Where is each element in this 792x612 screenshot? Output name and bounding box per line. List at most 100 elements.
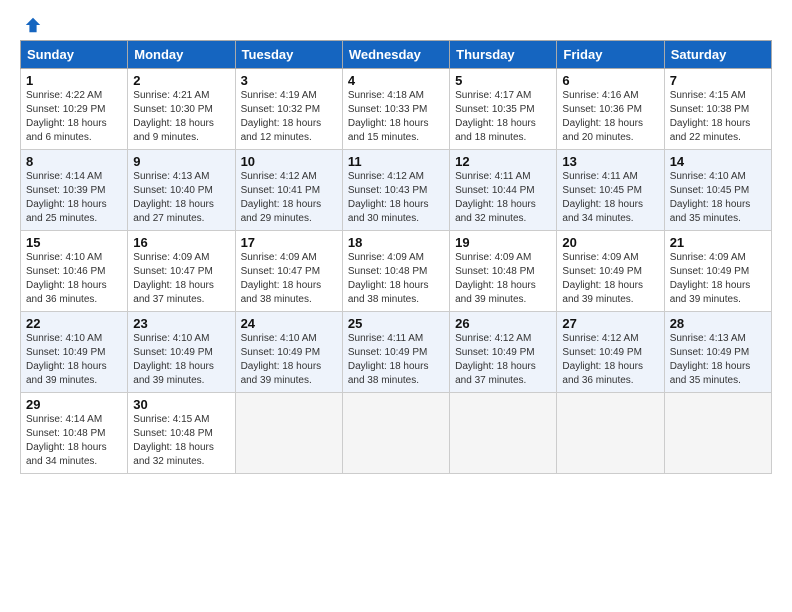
calendar-day-cell: 5Sunrise: 4:17 AMSunset: 10:35 PMDayligh… [450, 69, 557, 150]
day-info: Sunrise: 4:09 AMSunset: 10:47 PMDaylight… [133, 251, 229, 307]
day-number: 30 [133, 397, 229, 412]
day-number: 24 [241, 316, 337, 331]
calendar-week-row: 1Sunrise: 4:22 AMSunset: 10:29 PMDayligh… [21, 69, 772, 150]
day-info: Sunrise: 4:10 AMSunset: 10:49 PMDaylight… [241, 332, 337, 388]
calendar-table: SundayMondayTuesdayWednesdayThursdayFrid… [20, 40, 772, 474]
day-number: 19 [455, 235, 551, 250]
calendar-day-cell [235, 393, 342, 474]
calendar-day-cell: 28Sunrise: 4:13 AMSunset: 10:49 PMDaylig… [664, 312, 771, 393]
day-number: 27 [562, 316, 658, 331]
day-info: Sunrise: 4:11 AMSunset: 10:49 PMDaylight… [348, 332, 444, 388]
calendar-week-row: 29Sunrise: 4:14 AMSunset: 10:48 PMDaylig… [21, 393, 772, 474]
calendar-day-cell [450, 393, 557, 474]
calendar-day-cell [342, 393, 449, 474]
calendar-day-cell: 9Sunrise: 4:13 AMSunset: 10:40 PMDayligh… [128, 150, 235, 231]
day-number: 15 [26, 235, 122, 250]
day-info: Sunrise: 4:09 AMSunset: 10:49 PMDaylight… [670, 251, 766, 307]
calendar-day-cell: 22Sunrise: 4:10 AMSunset: 10:49 PMDaylig… [21, 312, 128, 393]
day-info: Sunrise: 4:09 AMSunset: 10:47 PMDaylight… [241, 251, 337, 307]
logo-icon [24, 16, 42, 34]
calendar-day-cell: 1Sunrise: 4:22 AMSunset: 10:29 PMDayligh… [21, 69, 128, 150]
day-info: Sunrise: 4:09 AMSunset: 10:49 PMDaylight… [562, 251, 658, 307]
day-info: Sunrise: 4:13 AMSunset: 10:40 PMDaylight… [133, 170, 229, 226]
day-info: Sunrise: 4:09 AMSunset: 10:48 PMDaylight… [348, 251, 444, 307]
day-number: 2 [133, 73, 229, 88]
day-number: 22 [26, 316, 122, 331]
calendar-week-row: 15Sunrise: 4:10 AMSunset: 10:46 PMDaylig… [21, 231, 772, 312]
day-number: 21 [670, 235, 766, 250]
day-info: Sunrise: 4:12 AMSunset: 10:49 PMDaylight… [455, 332, 551, 388]
day-info: Sunrise: 4:14 AMSunset: 10:48 PMDaylight… [26, 413, 122, 469]
day-number: 26 [455, 316, 551, 331]
calendar-day-cell: 14Sunrise: 4:10 AMSunset: 10:45 PMDaylig… [664, 150, 771, 231]
day-info: Sunrise: 4:12 AMSunset: 10:43 PMDaylight… [348, 170, 444, 226]
day-number: 1 [26, 73, 122, 88]
day-number: 5 [455, 73, 551, 88]
calendar-day-cell: 19Sunrise: 4:09 AMSunset: 10:48 PMDaylig… [450, 231, 557, 312]
calendar-day-cell: 16Sunrise: 4:09 AMSunset: 10:47 PMDaylig… [128, 231, 235, 312]
day-info: Sunrise: 4:11 AMSunset: 10:45 PMDaylight… [562, 170, 658, 226]
calendar-day-cell: 29Sunrise: 4:14 AMSunset: 10:48 PMDaylig… [21, 393, 128, 474]
day-number: 6 [562, 73, 658, 88]
day-info: Sunrise: 4:10 AMSunset: 10:45 PMDaylight… [670, 170, 766, 226]
calendar-day-cell: 7Sunrise: 4:15 AMSunset: 10:38 PMDayligh… [664, 69, 771, 150]
calendar-day-cell: 10Sunrise: 4:12 AMSunset: 10:41 PMDaylig… [235, 150, 342, 231]
calendar-day-cell [664, 393, 771, 474]
day-number: 11 [348, 154, 444, 169]
day-number: 28 [670, 316, 766, 331]
weekday-header-thursday: Thursday [450, 41, 557, 69]
day-number: 23 [133, 316, 229, 331]
day-info: Sunrise: 4:11 AMSunset: 10:44 PMDaylight… [455, 170, 551, 226]
calendar-day-cell [557, 393, 664, 474]
day-number: 17 [241, 235, 337, 250]
day-info: Sunrise: 4:22 AMSunset: 10:29 PMDaylight… [26, 89, 122, 145]
day-info: Sunrise: 4:15 AMSunset: 10:48 PMDaylight… [133, 413, 229, 469]
calendar-day-cell: 4Sunrise: 4:18 AMSunset: 10:33 PMDayligh… [342, 69, 449, 150]
day-number: 9 [133, 154, 229, 169]
calendar-day-cell: 24Sunrise: 4:10 AMSunset: 10:49 PMDaylig… [235, 312, 342, 393]
calendar-day-cell: 6Sunrise: 4:16 AMSunset: 10:36 PMDayligh… [557, 69, 664, 150]
weekday-header-wednesday: Wednesday [342, 41, 449, 69]
calendar-day-cell: 15Sunrise: 4:10 AMSunset: 10:46 PMDaylig… [21, 231, 128, 312]
day-info: Sunrise: 4:12 AMSunset: 10:49 PMDaylight… [562, 332, 658, 388]
day-number: 14 [670, 154, 766, 169]
calendar-day-cell: 2Sunrise: 4:21 AMSunset: 10:30 PMDayligh… [128, 69, 235, 150]
day-number: 8 [26, 154, 122, 169]
day-info: Sunrise: 4:19 AMSunset: 10:32 PMDaylight… [241, 89, 337, 145]
calendar-day-cell: 11Sunrise: 4:12 AMSunset: 10:43 PMDaylig… [342, 150, 449, 231]
calendar-day-cell: 30Sunrise: 4:15 AMSunset: 10:48 PMDaylig… [128, 393, 235, 474]
weekday-header-sunday: Sunday [21, 41, 128, 69]
weekday-header-friday: Friday [557, 41, 664, 69]
header [20, 16, 772, 34]
day-number: 10 [241, 154, 337, 169]
day-number: 12 [455, 154, 551, 169]
calendar-day-cell: 8Sunrise: 4:14 AMSunset: 10:39 PMDayligh… [21, 150, 128, 231]
calendar-day-cell: 23Sunrise: 4:10 AMSunset: 10:49 PMDaylig… [128, 312, 235, 393]
day-info: Sunrise: 4:18 AMSunset: 10:33 PMDaylight… [348, 89, 444, 145]
calendar-week-row: 8Sunrise: 4:14 AMSunset: 10:39 PMDayligh… [21, 150, 772, 231]
calendar-day-cell: 13Sunrise: 4:11 AMSunset: 10:45 PMDaylig… [557, 150, 664, 231]
day-info: Sunrise: 4:10 AMSunset: 10:49 PMDaylight… [133, 332, 229, 388]
day-number: 16 [133, 235, 229, 250]
logo-container [20, 16, 42, 34]
day-info: Sunrise: 4:14 AMSunset: 10:39 PMDaylight… [26, 170, 122, 226]
calendar-day-cell: 18Sunrise: 4:09 AMSunset: 10:48 PMDaylig… [342, 231, 449, 312]
calendar-day-cell: 27Sunrise: 4:12 AMSunset: 10:49 PMDaylig… [557, 312, 664, 393]
logo-text [20, 16, 42, 34]
day-number: 29 [26, 397, 122, 412]
weekday-header-row: SundayMondayTuesdayWednesdayThursdayFrid… [21, 41, 772, 69]
day-info: Sunrise: 4:16 AMSunset: 10:36 PMDaylight… [562, 89, 658, 145]
weekday-header-saturday: Saturday [664, 41, 771, 69]
calendar-day-cell: 26Sunrise: 4:12 AMSunset: 10:49 PMDaylig… [450, 312, 557, 393]
day-number: 3 [241, 73, 337, 88]
day-info: Sunrise: 4:17 AMSunset: 10:35 PMDaylight… [455, 89, 551, 145]
day-info: Sunrise: 4:21 AMSunset: 10:30 PMDaylight… [133, 89, 229, 145]
day-number: 20 [562, 235, 658, 250]
weekday-header-tuesday: Tuesday [235, 41, 342, 69]
day-info: Sunrise: 4:10 AMSunset: 10:49 PMDaylight… [26, 332, 122, 388]
calendar-day-cell: 21Sunrise: 4:09 AMSunset: 10:49 PMDaylig… [664, 231, 771, 312]
day-number: 18 [348, 235, 444, 250]
calendar-week-row: 22Sunrise: 4:10 AMSunset: 10:49 PMDaylig… [21, 312, 772, 393]
day-info: Sunrise: 4:15 AMSunset: 10:38 PMDaylight… [670, 89, 766, 145]
calendar-day-cell: 20Sunrise: 4:09 AMSunset: 10:49 PMDaylig… [557, 231, 664, 312]
